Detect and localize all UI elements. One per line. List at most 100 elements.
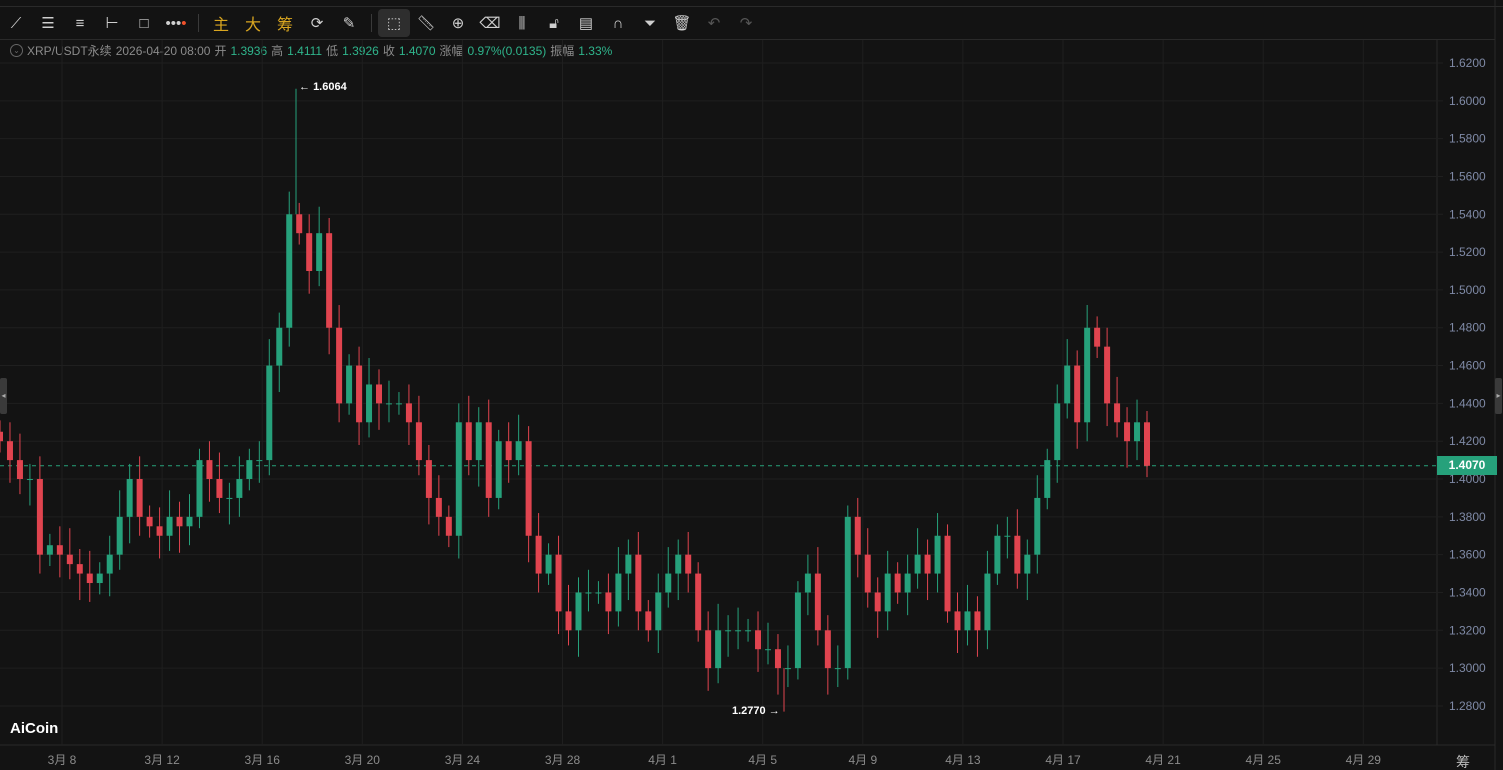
candle-body [844, 516, 851, 669]
candle-body [6, 441, 13, 461]
candle-body [146, 516, 153, 527]
x-tick-label: 3月 20 [345, 753, 381, 767]
candle-body [635, 554, 642, 612]
candle-body [236, 479, 243, 498]
candle-body [196, 460, 203, 517]
candle-body [715, 630, 722, 669]
candle-body [356, 365, 363, 423]
candle-body [296, 214, 303, 234]
candle-body [206, 460, 213, 480]
y-tick-label: 1.5200 [1449, 245, 1486, 259]
candle-body [256, 460, 263, 462]
candle-body [605, 592, 612, 612]
left-panel-handle[interactable]: ◂ [0, 378, 7, 414]
candle-body [585, 592, 592, 594]
candle-body [226, 497, 233, 499]
candle-body [366, 384, 373, 423]
candle-body [56, 545, 63, 555]
candle-body [326, 233, 333, 328]
candle-body [1074, 365, 1081, 423]
candle-body [485, 422, 492, 498]
x-tick-label: 3月 12 [144, 753, 180, 767]
x-tick-label: 3月 28 [545, 753, 581, 767]
candle-body [535, 535, 542, 574]
candle-body [1144, 422, 1150, 466]
candle-body [106, 554, 113, 574]
candle-body [36, 479, 43, 555]
candle-body [904, 573, 911, 593]
chips-liquidation-buttons[interactable]: 筹 爆 [1456, 752, 1503, 770]
candle-body [385, 403, 392, 405]
candle-body [814, 573, 821, 631]
candle-body [246, 460, 253, 480]
candle-body [495, 441, 502, 498]
candle-body [924, 554, 931, 574]
candle-body [156, 526, 163, 536]
candle-body [784, 668, 791, 670]
candle-body [395, 403, 402, 405]
min-price-value: 1.2770 [732, 705, 766, 717]
candle-body [465, 422, 472, 461]
y-tick-label: 1.5600 [1449, 169, 1486, 183]
y-tick-label: 1.4600 [1449, 359, 1486, 373]
candle-body [346, 365, 353, 404]
candle-body [1064, 365, 1071, 404]
x-tick-label: 3月 16 [245, 753, 281, 767]
candle-body [1124, 422, 1131, 442]
candle-body [445, 516, 452, 536]
candle-body [176, 516, 183, 527]
candle-body [16, 460, 23, 480]
max-price-value: 1.6064 [313, 81, 347, 93]
candle-body [894, 573, 901, 593]
candle-body [435, 497, 442, 517]
candle-body [136, 479, 143, 517]
candle-body [834, 668, 841, 670]
candle-body [695, 573, 702, 631]
candle-body [705, 630, 712, 669]
right-panel-handle[interactable]: ▸ [1495, 378, 1502, 414]
candle-body [824, 630, 831, 669]
candle-body [0, 431, 3, 442]
y-tick-label: 1.4800 [1449, 321, 1486, 335]
candle-body [645, 611, 652, 631]
candle-body [954, 611, 961, 631]
candle-body [745, 630, 752, 632]
candle-body [286, 214, 293, 328]
candle-body [884, 573, 891, 612]
candle-body [1014, 535, 1021, 574]
candle-body [166, 516, 173, 536]
y-tick-label: 1.3200 [1449, 623, 1486, 637]
last-price-tag: 1.4070 [1437, 456, 1497, 475]
candle-body [675, 554, 682, 574]
y-tick-label: 1.4400 [1449, 396, 1486, 410]
candle-body [545, 554, 552, 574]
x-tick-label: 4月 17 [1045, 753, 1081, 767]
x-tick-label: 4月 29 [1346, 753, 1382, 767]
y-tick-label: 1.6200 [1449, 56, 1486, 70]
y-tick-label: 1.3400 [1449, 585, 1486, 599]
y-tick-label: 1.6000 [1449, 94, 1486, 108]
x-tick-label: 4月 21 [1145, 753, 1181, 767]
candle-body [685, 554, 692, 574]
candle-body [216, 479, 223, 498]
y-tick-label: 1.3000 [1449, 661, 1486, 675]
y-tick-label: 1.5800 [1449, 132, 1486, 146]
candle-body [1044, 460, 1051, 498]
candle-body [336, 327, 343, 404]
candle-body [625, 554, 632, 574]
min-price-annotation: 1.2770 → [732, 705, 780, 717]
candlestick-chart[interactable]: 1.6200 1.6000 1.5800 1.5600 1.5400 1.5200 1.50… [0, 0, 1503, 770]
candle-body [266, 365, 273, 461]
y-tick-label: 1.2800 [1449, 699, 1486, 713]
candle-body [1054, 403, 1061, 461]
candle-body [735, 630, 742, 632]
candle-body [1134, 422, 1141, 442]
candle-body [555, 554, 562, 612]
candle-body [755, 630, 762, 650]
candle-body [934, 535, 941, 574]
aicoin-logo: AiCoin [10, 720, 59, 737]
y-tick-label: 1.5000 [1449, 283, 1486, 297]
candle-body [66, 554, 73, 565]
candle-body [475, 422, 482, 461]
candle-body [774, 649, 781, 669]
